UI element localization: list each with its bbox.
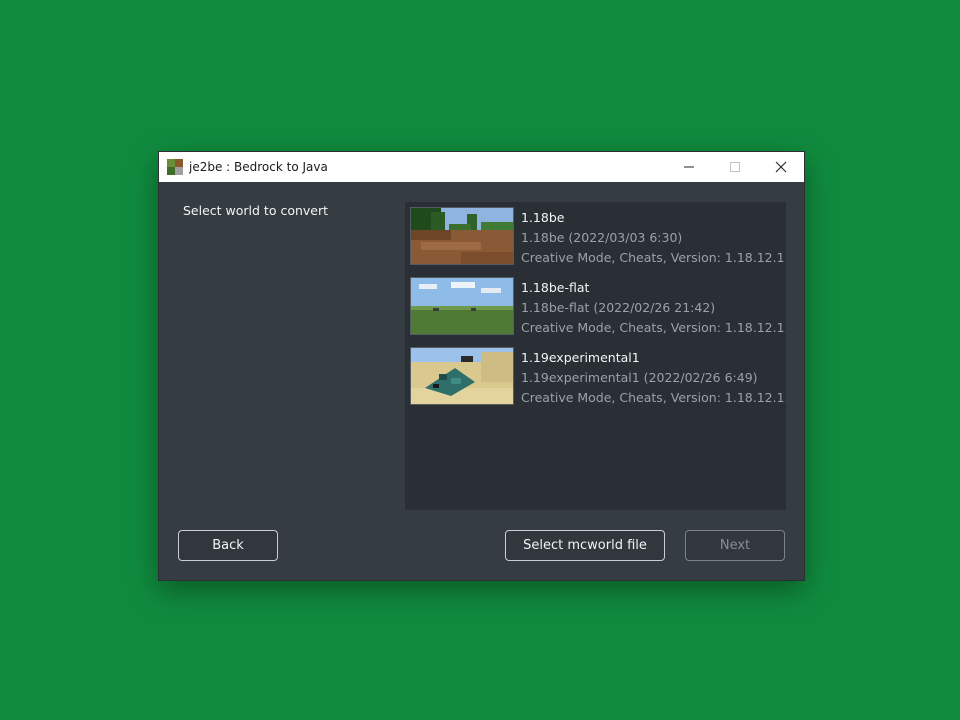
world-meta: Creative Mode, Cheats, Version: 1.18.12.… [521,250,786,265]
world-subtitle: 1.19experimental1 (2022/02/26 6:49) [521,370,758,385]
world-item-1-18be-flat[interactable]: 1.18be-flat 1.18be-flat (2022/02/26 21:4… [410,272,786,335]
maximize-icon [730,162,740,172]
minimize-icon [684,166,694,168]
select-world-label: Select world to convert [183,203,329,218]
next-button[interactable]: Next [685,530,785,561]
world-item-1-18be[interactable]: 1.18be 1.18be (2022/03/03 6:30) Creative… [410,202,786,265]
world-thumbnail [410,207,514,265]
back-button[interactable]: Back [178,530,278,561]
world-subtitle: 1.18be (2022/03/03 6:30) [521,230,683,245]
window-controls [666,152,804,182]
world-item-1-19experimental1[interactable]: 1.19experimental1 1.19experimental1 (202… [410,342,786,405]
close-button[interactable] [758,152,804,182]
world-list[interactable]: 1.18be 1.18be (2022/03/03 6:30) Creative… [405,202,786,510]
world-name: 1.19experimental1 [521,350,640,365]
window-title: je2be : Bedrock to Java [189,160,328,174]
app-logo-icon [167,159,183,175]
app-window: je2be : Bedrock to Java Select world to … [158,151,805,581]
title-bar[interactable]: je2be : Bedrock to Java [159,152,804,182]
world-thumbnail [410,347,514,405]
select-mcworld-file-button[interactable]: Select mcworld file [505,530,665,561]
maximize-button[interactable] [712,152,758,182]
world-meta: Creative Mode, Cheats, Version: 1.18.12.… [521,320,786,335]
world-name: 1.18be [521,210,565,225]
world-thumbnail [410,277,514,335]
world-name: 1.18be-flat [521,280,590,295]
world-meta: Creative Mode, Cheats, Version: 1.18.12.… [521,390,786,405]
minimize-button[interactable] [666,152,712,182]
close-icon [775,161,787,173]
world-subtitle: 1.18be-flat (2022/02/26 21:42) [521,300,716,315]
